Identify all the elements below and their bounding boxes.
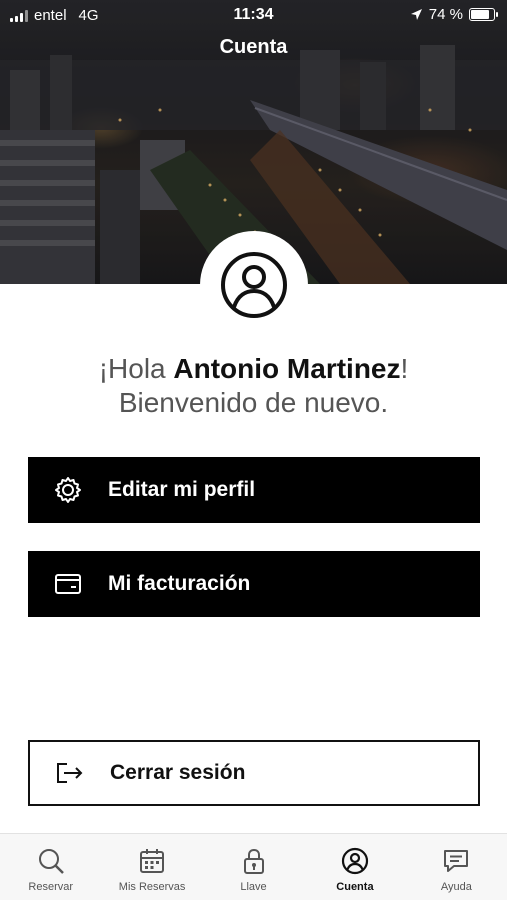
tab-ayuda[interactable]: Ayuda [406, 834, 507, 900]
status-bar: entel 4G 11:34 74 % [0, 0, 507, 32]
chat-icon [444, 850, 469, 872]
battery-fill [471, 10, 489, 19]
tab-label: Cuenta [336, 881, 374, 893]
location-arrow-icon [410, 9, 422, 20]
calendar-icon [140, 849, 165, 873]
welcome-back-text: Bienvenido de nuevo. [118, 387, 389, 418]
tab-label: Mis Reservas [118, 881, 186, 893]
greeting-suffix: ! [400, 353, 409, 384]
logout-icon [30, 761, 110, 785]
billing-button[interactable]: Mi facturación [28, 551, 480, 617]
tab-reservar[interactable]: Reservar [0, 834, 101, 900]
logout-button[interactable]: Cerrar sesión [28, 740, 480, 806]
avatar [200, 231, 308, 339]
tab-cuenta[interactable]: Cuenta [304, 834, 405, 900]
gear-icon [28, 475, 108, 505]
greeting-prefix: ¡Hola [98, 353, 174, 384]
tab-label: Ayuda [440, 881, 472, 893]
billing-label: Mi facturación [108, 572, 251, 595]
card-icon [28, 573, 108, 595]
status-right: 74 % [410, 6, 498, 23]
edit-profile-label: Editar mi perfil [108, 478, 256, 501]
key-lock-icon [243, 848, 264, 874]
search-icon [38, 849, 64, 874]
account-screen: entel 4G 11:34 74 % Cuenta ¡Hola Antonio… [0, 0, 507, 900]
user-avatar-icon [221, 252, 287, 318]
tab-mis-reservas[interactable]: Mis Reservas [101, 834, 202, 900]
battery-icon [469, 8, 498, 21]
tab-llave[interactable]: Llave [203, 834, 304, 900]
tab-label: Llave [240, 881, 267, 893]
greeting-line: ¡Hola Antonio Martinez! [0, 352, 507, 386]
logout-label: Cerrar sesión [110, 761, 246, 784]
account-icon [341, 847, 369, 875]
page-title: Cuenta [219, 36, 288, 58]
edit-profile-button[interactable]: Editar mi perfil [28, 457, 480, 523]
user-name: Antonio Martinez [173, 353, 401, 384]
tab-label: Reservar [28, 881, 74, 893]
greeting: ¡Hola Antonio Martinez! Bienvenido de nu… [0, 352, 507, 420]
battery-percent: 74 % [428, 6, 463, 23]
tab-bar: Reservar Mis Reservas Llave Cuenta Ayuda [0, 833, 507, 900]
